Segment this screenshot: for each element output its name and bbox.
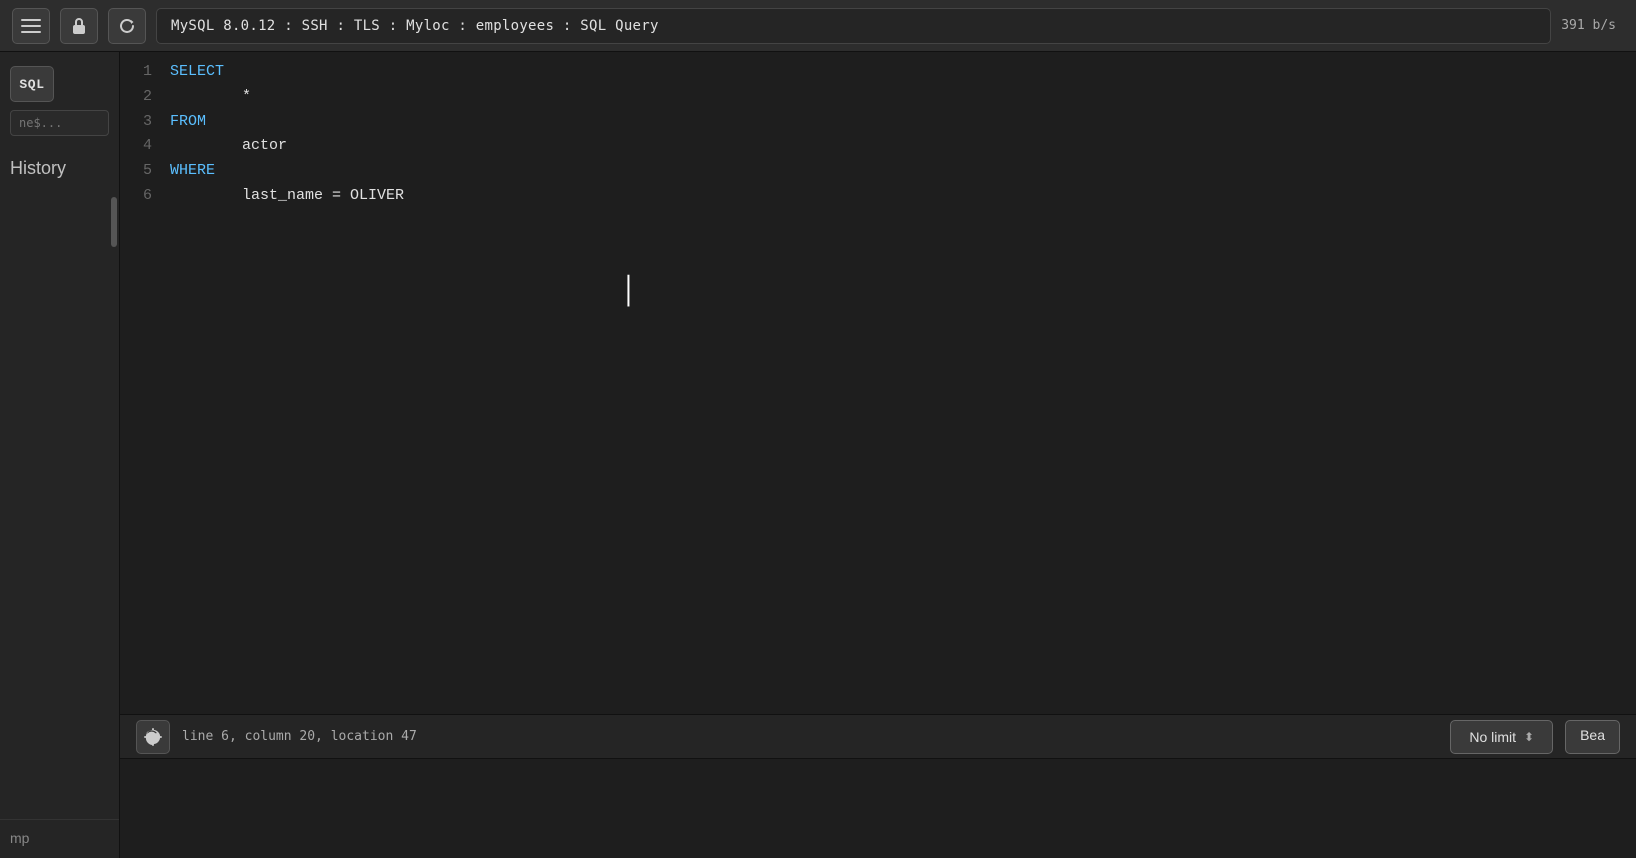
- history-label: History: [0, 146, 119, 187]
- refresh-button[interactable]: [108, 8, 146, 44]
- sidebar-bottom: mp: [0, 819, 119, 858]
- transfer-rate: 391 b/s: [1561, 18, 1624, 33]
- sidebar-top: SQL: [0, 52, 119, 146]
- lock-icon: [69, 16, 89, 36]
- gear-icon: [144, 728, 162, 746]
- code-line-1: SELECT: [170, 60, 1626, 85]
- sidebar-scroll-area: [0, 187, 119, 819]
- line-num-6: 6: [128, 184, 152, 209]
- sidebar-scrollbar[interactable]: [111, 197, 117, 247]
- sidebar: SQL History mp: [0, 52, 120, 858]
- cursor-position: line 6, column 20, location 47: [182, 729, 1438, 744]
- lock-button[interactable]: [60, 8, 98, 44]
- line-numbers: 1 2 3 4 5 6: [120, 60, 160, 706]
- sql-badge[interactable]: SQL: [10, 66, 54, 102]
- sidebar-search-input[interactable]: [10, 110, 109, 136]
- code-line-2: *: [170, 85, 1626, 110]
- menu-button[interactable]: [12, 8, 50, 44]
- line-num-3: 3: [128, 110, 152, 135]
- code-line-5: WHERE: [170, 159, 1626, 184]
- code-editor[interactable]: SELECT * FROM actor WHERE last_name = OL…: [160, 60, 1636, 706]
- code-line-6: last_name = OLIVER: [170, 184, 1626, 209]
- refresh-icon: [117, 16, 137, 36]
- connection-title: MySQL 8.0.12 : SSH : TLS : Myloc : emplo…: [156, 8, 1551, 44]
- sidebar-bottom-text: mp: [10, 830, 29, 846]
- status-bar: line 6, column 20, location 47 No limit …: [120, 714, 1636, 758]
- editor-area[interactable]: 1 2 3 4 5 6 SELECT * FROM actor WHERE la…: [120, 52, 1636, 858]
- text-cursor: │: [620, 278, 622, 306]
- settings-button[interactable]: [136, 720, 170, 754]
- line-num-4: 4: [128, 134, 152, 159]
- chevrons-icon: ⬍: [1524, 730, 1534, 744]
- connection-title-text: MySQL 8.0.12 : SSH : TLS : Myloc : emplo…: [171, 18, 659, 34]
- main-area: SQL History mp 1 2 3 4 5 6 SELECT *: [0, 52, 1636, 858]
- code-line-4: actor: [170, 134, 1626, 159]
- no-limit-button[interactable]: No limit ⬍: [1450, 720, 1553, 754]
- bottom-area: [120, 758, 1636, 858]
- no-limit-label: No limit: [1469, 729, 1516, 745]
- editor-content: 1 2 3 4 5 6 SELECT * FROM actor WHERE la…: [120, 52, 1636, 714]
- line-num-5: 5: [128, 159, 152, 184]
- code-line-3: FROM: [170, 110, 1626, 135]
- line-num-1: 1: [128, 60, 152, 85]
- bea-label: Bea: [1580, 727, 1605, 743]
- menu-icon: [21, 16, 41, 36]
- toolbar: MySQL 8.0.12 : SSH : TLS : Myloc : emplo…: [0, 0, 1636, 52]
- bea-button[interactable]: Bea: [1565, 720, 1620, 754]
- line-num-2: 2: [128, 85, 152, 110]
